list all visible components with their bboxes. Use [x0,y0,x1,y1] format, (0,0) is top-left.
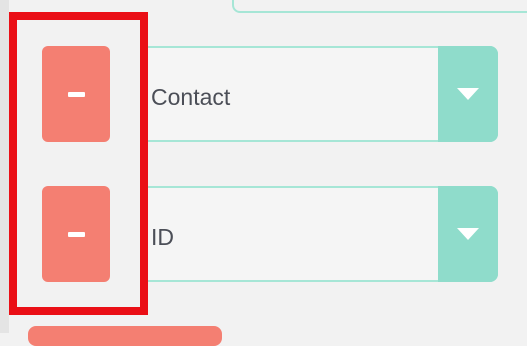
field-select[interactable]: ID [148,186,498,282]
previous-field-edge [232,0,527,13]
dropdown-toggle[interactable] [438,186,498,282]
field-select-value: Contact [151,84,231,110]
field-select[interactable]: Contact [148,46,498,142]
chevron-down-icon [457,228,479,240]
chevron-down-icon [457,88,479,100]
dropdown-toggle[interactable] [438,46,498,142]
field-select-value: ID [151,224,174,250]
highlight-annotation-box [9,12,148,315]
partial-button[interactable] [28,326,222,346]
